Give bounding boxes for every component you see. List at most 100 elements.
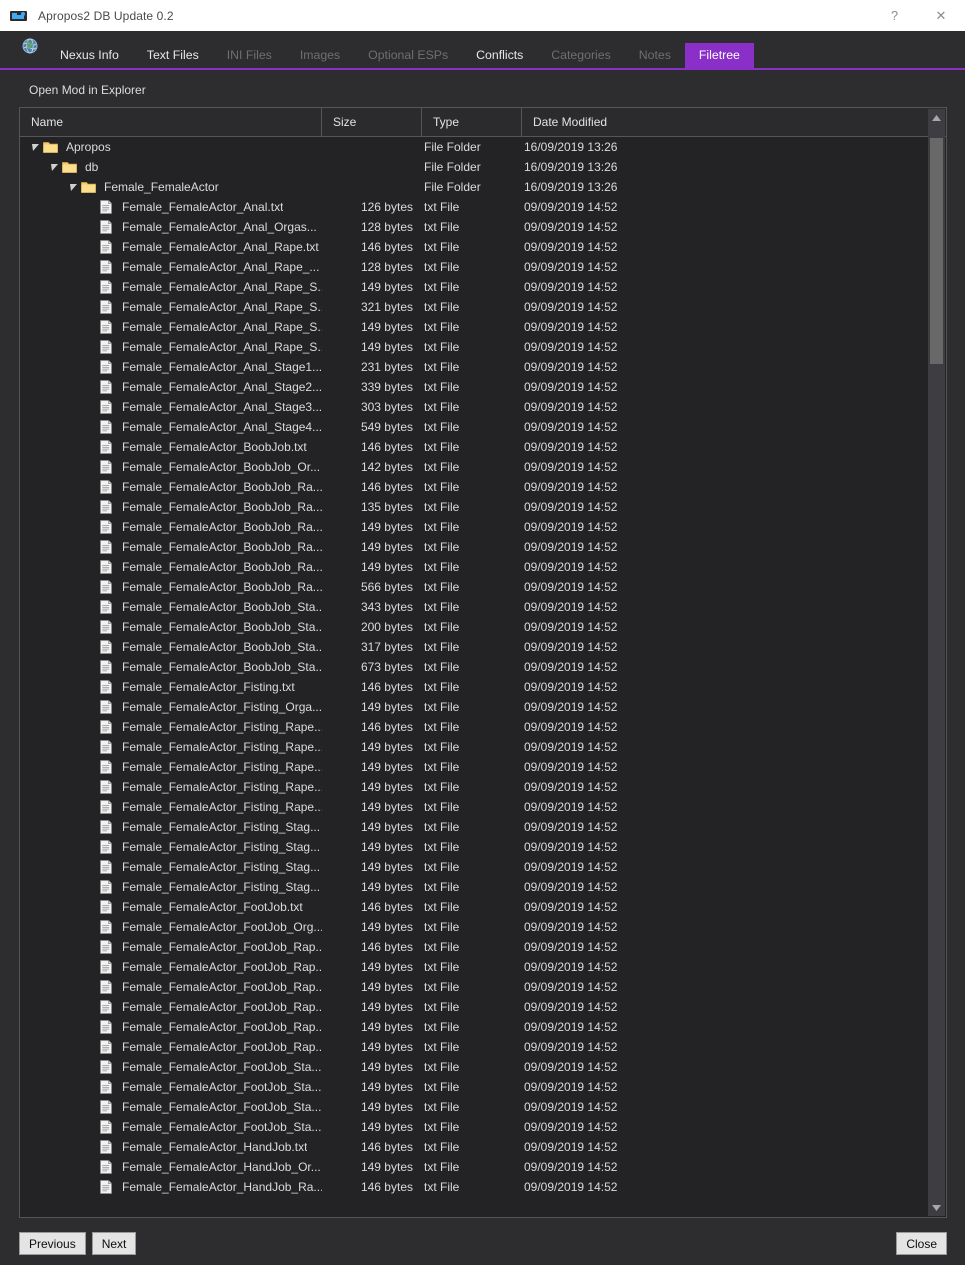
tab-conflicts[interactable]: Conflicts	[462, 43, 537, 68]
open-mod-in-explorer-link[interactable]: Open Mod in Explorer	[0, 70, 965, 107]
tree-row-file[interactable]: Female_FemaleActor_FootJob_Sta... 149 byt…	[20, 1097, 946, 1117]
tree-expander-icon[interactable]	[67, 180, 81, 194]
tree-row-file[interactable]: Female_FemaleActor_Fisting_Stag... 149 by…	[20, 877, 946, 897]
tree-row-file[interactable]: Female_FemaleActor_Anal_Rape_S... 149 byt…	[20, 337, 946, 357]
tree-expander-spacer	[86, 880, 100, 894]
tree-row-file[interactable]: Female_FemaleActor_Fisting_Orga... 149 by…	[20, 697, 946, 717]
tab-filetree[interactable]: Filetree	[684, 43, 754, 68]
title-bar: Apropos2 DB Update 0.2 ? ✕	[0, 0, 965, 31]
tree-row-file[interactable]: Female_FemaleActor_Anal_Stage2.... 339 by…	[20, 377, 946, 397]
tree-row-file[interactable]: Female_FemaleActor_Fisting.txt 146 bytes t…	[20, 677, 946, 697]
tree-row-file[interactable]: Female_FemaleActor_BoobJob_Ra... 149 byte…	[20, 537, 946, 557]
tree-row-folder[interactable]: Female_FemaleActor File Folder 16/09/2019 …	[20, 177, 946, 197]
tab-nexus-info[interactable]: Nexus Info	[46, 43, 133, 68]
file-date-label: 09/09/2019 14:52	[524, 240, 618, 254]
tree-row-file[interactable]: Female_FemaleActor_BoobJob_Sta... 673 byt…	[20, 657, 946, 677]
tree-row-file[interactable]: Female_FemaleActor_BoobJob_Ra... 135 byte…	[20, 497, 946, 517]
tree-row-folder[interactable]: Apropos File Folder 16/09/2019 13:26	[20, 137, 946, 157]
file-icon	[100, 280, 115, 294]
column-header-date-modified[interactable]: Date Modified	[522, 108, 946, 136]
file-name-label: Female_FemaleActor_Fisting_Rape...	[122, 780, 322, 794]
column-header-type[interactable]: Type	[422, 108, 522, 136]
tree-row-file[interactable]: Female_FemaleActor_FootJob_Rap... 149 byt…	[20, 957, 946, 977]
window-icon	[10, 9, 28, 22]
file-type-label: txt File	[424, 260, 460, 274]
tree-row-file[interactable]: Female_FemaleActor_BoobJob_Ra... 146 byte…	[20, 477, 946, 497]
close-window-button[interactable]: ✕	[917, 0, 965, 31]
file-date-label: 09/09/2019 14:52	[524, 960, 618, 974]
tree-row-file[interactable]: Female_FemaleActor_Anal_Rape_S... 149 byt…	[20, 277, 946, 297]
tree-row-file[interactable]: Female_FemaleActor_BoobJob_Sta... 200 byt…	[20, 617, 946, 637]
file-date-label: 09/09/2019 14:52	[524, 200, 618, 214]
next-button[interactable]: Next	[91, 1232, 137, 1255]
tree-row-file[interactable]: Female_FemaleActor_FootJob_Rap... 149 byt…	[20, 997, 946, 1017]
tree-row-file[interactable]: Female_FemaleActor_Fisting_Stag... 149 by…	[20, 857, 946, 877]
tree-expander-icon[interactable]	[48, 160, 62, 174]
file-size-label: 149 bytes	[360, 1060, 413, 1074]
tree-row-file[interactable]: Female_FemaleActor_HandJob_Ra... 146 byte…	[20, 1177, 946, 1197]
vertical-scrollbar[interactable]	[928, 109, 945, 1216]
tree-row-file[interactable]: Female_FemaleActor_HandJob_Or... 149 byte…	[20, 1157, 946, 1177]
tree-row-file[interactable]: Female_FemaleActor_BoobJob.txt 146 bytes t…	[20, 437, 946, 457]
tree-row-file[interactable]: Female_FemaleActor_BoobJob_Sta... 317 byt…	[20, 637, 946, 657]
tree-row-file[interactable]: Female_FemaleActor_Anal_Stage4.... 549 by…	[20, 417, 946, 437]
tree-row-folder[interactable]: db File Folder 16/09/2019 13:26	[20, 157, 946, 177]
tree-row-file[interactable]: Female_FemaleActor_Fisting_Rape... 149 by…	[20, 757, 946, 777]
file-tree-body[interactable]: Apropos File Folder 16/09/2019 13:26 db File…	[20, 137, 946, 1217]
tree-row-file[interactable]: Female_FemaleActor_BoobJob_Or... 142 byte…	[20, 457, 946, 477]
file-name-label: Female_FemaleActor_HandJob_Or...	[122, 1160, 321, 1174]
scrollbar-thumb[interactable]	[930, 138, 943, 364]
tree-expander-spacer	[86, 1120, 100, 1134]
column-header-size[interactable]: Size	[322, 108, 422, 136]
tree-expander-spacer	[86, 480, 100, 494]
tree-row-file[interactable]: Female_FemaleActor_Fisting_Rape... 149 by…	[20, 737, 946, 757]
tree-row-file[interactable]: Female_FemaleActor_Fisting_Stag... 149 by…	[20, 817, 946, 837]
tree-row-file[interactable]: Female_FemaleActor_FootJob_Sta... 149 byt…	[20, 1057, 946, 1077]
tree-row-file[interactable]: Female_FemaleActor_BoobJob_Ra... 149 byte…	[20, 517, 946, 537]
tree-row-file[interactable]: Female_FemaleActor_Anal_Rape_S... 149 byt…	[20, 317, 946, 337]
cell-name: Female_FemaleActor_HandJob_Or...	[20, 1160, 322, 1174]
scroll-up-arrow-icon[interactable]	[928, 109, 945, 126]
file-type-label: txt File	[424, 380, 460, 394]
tree-row-file[interactable]: Female_FemaleActor_Anal_Orgas... 128 byte…	[20, 217, 946, 237]
tree-row-file[interactable]: Female_FemaleActor_FootJob_Sta... 149 byt…	[20, 1117, 946, 1137]
tree-row-file[interactable]: Female_FemaleActor_Anal_Stage1.... 231 by…	[20, 357, 946, 377]
tree-row-file[interactable]: Female_FemaleActor_BoobJob_Sta... 343 byt…	[20, 597, 946, 617]
tree-row-file[interactable]: Female_FemaleActor_Fisting_Rape... 146 by…	[20, 717, 946, 737]
tree-row-file[interactable]: Female_FemaleActor_Fisting_Rape... 149 by…	[20, 797, 946, 817]
file-tree-panel: Name Size Type Date Modified Apropos File…	[19, 107, 947, 1218]
tree-row-file[interactable]: Female_FemaleActor_FootJob_Rap... 149 byt…	[20, 1017, 946, 1037]
cell-name: Female_FemaleActor_FootJob_Sta...	[20, 1080, 322, 1094]
file-name-label: Female_FemaleActor_Anal_Stage2....	[122, 380, 322, 394]
tree-row-file[interactable]: Female_FemaleActor_BoobJob_Ra... 566 byte…	[20, 577, 946, 597]
tree-row-file[interactable]: Female_FemaleActor_Anal_Rape.txt 146 byte…	[20, 237, 946, 257]
scroll-down-arrow-icon[interactable]	[928, 1199, 945, 1216]
help-button[interactable]: ?	[872, 0, 917, 31]
tab-bar: Nexus Info Text Files INI Files Images Optio…	[0, 31, 965, 70]
tree-row-file[interactable]: Female_FemaleActor_Anal_Rape_S... 321 byt…	[20, 297, 946, 317]
file-date-label: 09/09/2019 14:52	[524, 440, 618, 454]
previous-button[interactable]: Previous	[19, 1232, 86, 1255]
tab-text-files[interactable]: Text Files	[133, 43, 213, 68]
tree-row-file[interactable]: Female_FemaleActor_FootJob_Rap... 149 byt…	[20, 1037, 946, 1057]
tree-row-file[interactable]: Female_FemaleActor_Anal_Rape_... 128 byte…	[20, 257, 946, 277]
close-button[interactable]: Close	[896, 1232, 947, 1255]
content-area: Open Mod in Explorer Name Size Type Date…	[0, 70, 965, 1260]
tree-row-file[interactable]: Female_FemaleActor_HandJob.txt 146 bytes t…	[20, 1137, 946, 1157]
tree-row-file[interactable]: Female_FemaleActor_Fisting_Rape... 149 by…	[20, 777, 946, 797]
scrollbar-track[interactable]	[928, 126, 945, 1199]
tree-row-file[interactable]: Female_FemaleActor_BoobJob_Ra... 149 byte…	[20, 557, 946, 577]
tree-row-file[interactable]: Female_FemaleActor_FootJob.txt 146 bytes t…	[20, 897, 946, 917]
tree-row-file[interactable]: Female_FemaleActor_FootJob_Sta... 149 byt…	[20, 1077, 946, 1097]
file-name-label: Female_FemaleActor_Anal_Orgas...	[122, 220, 317, 234]
tree-row-file[interactable]: Female_FemaleActor_FootJob_Rap... 149 byt…	[20, 977, 946, 997]
tree-expander-icon[interactable]	[29, 140, 43, 154]
tree-expander-spacer	[86, 1180, 100, 1194]
tree-row-file[interactable]: Female_FemaleActor_Anal.txt 126 bytes txt …	[20, 197, 946, 217]
column-header-name[interactable]: Name	[20, 108, 322, 136]
tree-row-file[interactable]: Female_FemaleActor_Fisting_Stag... 149 by…	[20, 837, 946, 857]
tree-row-file[interactable]: Female_FemaleActor_FootJob_Org... 149 byt…	[20, 917, 946, 937]
tree-row-file[interactable]: Female_FemaleActor_Anal_Stage3.... 303 by…	[20, 397, 946, 417]
tree-row-file[interactable]: Female_FemaleActor_FootJob_Rap... 146 byt…	[20, 937, 946, 957]
tree-expander-spacer	[86, 960, 100, 974]
